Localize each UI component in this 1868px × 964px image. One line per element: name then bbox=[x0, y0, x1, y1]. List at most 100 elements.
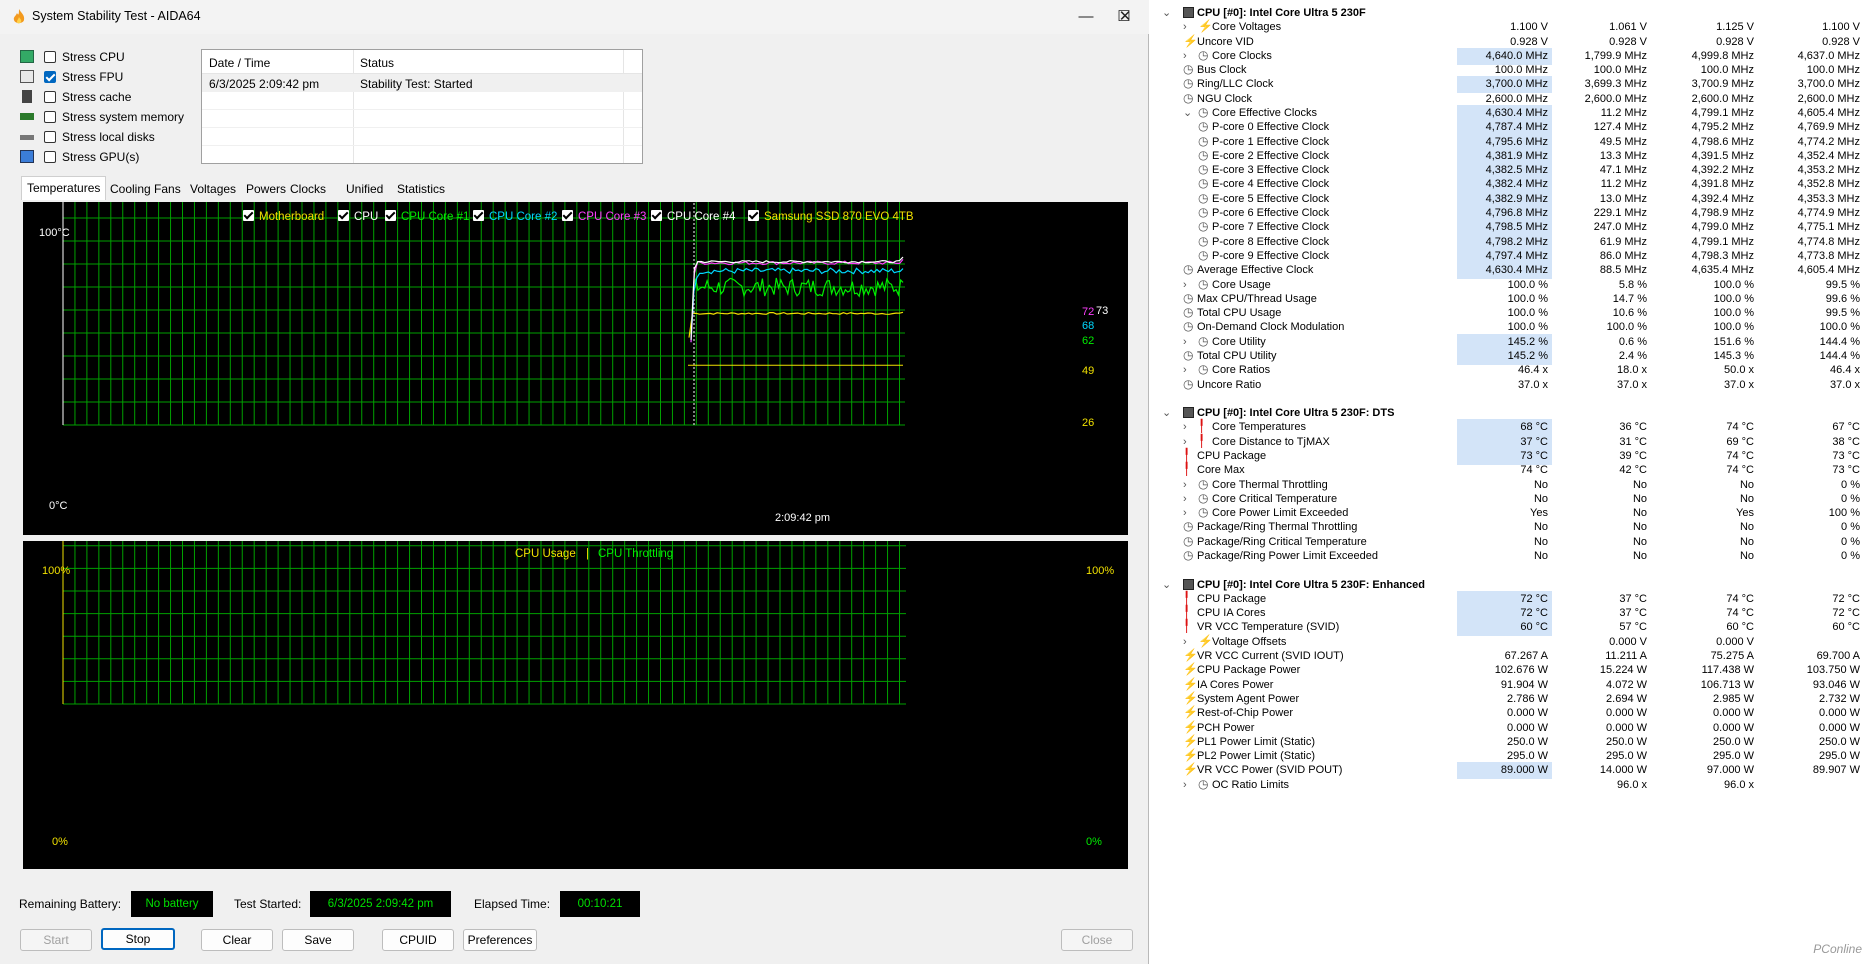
legend-cpu-core-4[interactable]: CPU Core #4 bbox=[651, 210, 735, 223]
close-button[interactable]: Close bbox=[1061, 929, 1133, 951]
stress-option-label: Stress local disks bbox=[62, 130, 155, 144]
stress-option-cpu[interactable]: Stress CPU bbox=[20, 48, 190, 68]
gauge-icon: ◷ bbox=[1198, 133, 1209, 148]
header-date-time[interactable]: Date / Time bbox=[209, 56, 270, 70]
tab-cooling-fans[interactable]: Cooling Fans bbox=[105, 178, 186, 200]
aida64-stability-window: System Stability Test - AIDA64 — ☐ ✕ Str… bbox=[0, 0, 1149, 964]
tab-powers[interactable]: Powers bbox=[241, 178, 291, 200]
status-table-header: Date / Time Status bbox=[202, 50, 642, 74]
legend-checkbox[interactable] bbox=[748, 210, 759, 221]
legend-label: CPU Core #1 bbox=[401, 211, 470, 223]
close-window-x[interactable]: ✕ bbox=[1101, 0, 1149, 34]
header-status[interactable]: Status bbox=[360, 56, 394, 70]
memory-icon bbox=[20, 113, 34, 120]
tab-statistics[interactable]: Statistics bbox=[392, 178, 450, 200]
tab-unified[interactable]: Unified bbox=[341, 178, 388, 200]
temperature-graph: Motherboard CPU CPU Core #1 CPU Core #2 … bbox=[23, 202, 1128, 535]
stress-option-label: Stress system memory bbox=[62, 110, 185, 124]
gpu-icon bbox=[20, 150, 34, 163]
legend-label: CPU Core #2 bbox=[489, 211, 558, 223]
preferences-button[interactable]: Preferences bbox=[463, 929, 537, 951]
legend-cpu-core-2[interactable]: CPU Core #2 bbox=[473, 210, 557, 223]
stress-option-cache[interactable]: Stress cache bbox=[20, 88, 190, 108]
legend-label: CPU bbox=[354, 211, 379, 223]
legend-cpu-core-1[interactable]: CPU Core #1 bbox=[385, 210, 469, 223]
legend-label: Motherboard bbox=[259, 211, 325, 223]
legend-checkbox[interactable] bbox=[338, 210, 349, 221]
legend-cpu-usage: CPU Usage bbox=[515, 548, 576, 560]
temperature-plot bbox=[62, 202, 905, 426]
legend-samsung-ssd[interactable]: Samsung SSD 870 EVO 4TB bbox=[748, 210, 914, 223]
lightning-icon: ⚡ bbox=[1183, 33, 1198, 48]
time-marker-label: 2:09:42 pm bbox=[775, 512, 831, 524]
tab-temperatures[interactable]: Temperatures bbox=[21, 176, 107, 200]
legend-cpu[interactable]: CPU bbox=[338, 210, 378, 223]
thermometer-icon: ╿ bbox=[1198, 419, 1206, 434]
start-button[interactable]: Start bbox=[20, 929, 92, 951]
legend-separator: | bbox=[586, 548, 589, 560]
tab-voltages[interactable]: Voltages bbox=[185, 178, 241, 200]
gauge-icon: ◷ bbox=[1198, 162, 1209, 177]
value-label-core3: 72 bbox=[1082, 306, 1095, 318]
legend-checkbox[interactable] bbox=[385, 210, 396, 221]
legend-label: CPU Core #4 bbox=[667, 211, 736, 223]
stress-option-disks[interactable]: Stress local disks bbox=[20, 128, 190, 148]
test-started-label: Test Started: bbox=[234, 897, 302, 911]
sensor-name: OC Ratio Limits bbox=[1212, 778, 1290, 791]
cpuid-button[interactable]: CPUID bbox=[382, 929, 454, 951]
save-button[interactable]: Save bbox=[282, 929, 354, 951]
gauge-icon: ◷ bbox=[1183, 319, 1194, 334]
footer-bar: Remaining Battery: No battery Test Start… bbox=[0, 884, 1149, 964]
cpu-icon bbox=[20, 50, 34, 63]
legend-checkbox[interactable] bbox=[473, 210, 484, 221]
series-cpu-core-2 bbox=[690, 267, 904, 343]
lightning-icon: ⚡ bbox=[1183, 733, 1198, 748]
watermark: PConline bbox=[1813, 942, 1862, 956]
cpu-usage-graph: CPU Usage | CPU Throttling 100% 0% 100% … bbox=[23, 541, 1128, 869]
stress-fpu-checkbox[interactable] bbox=[44, 71, 56, 83]
stress-memory-checkbox[interactable] bbox=[44, 111, 56, 123]
status-table[interactable]: Date / Time Status 6/3/2025 2:09:42 pm S… bbox=[201, 49, 643, 164]
test-started-value: 6/3/2025 2:09:42 pm bbox=[310, 891, 451, 917]
sensor-value-maximum: 96.0 x bbox=[1724, 778, 1754, 791]
sensor-value-minimum: 96.0 x bbox=[1617, 778, 1647, 791]
tab-clocks[interactable]: Clocks bbox=[285, 178, 331, 200]
remaining-battery-label: Remaining Battery: bbox=[19, 897, 122, 911]
stress-option-fpu[interactable]: Stress FPU bbox=[20, 68, 190, 88]
stress-option-memory[interactable]: Stress system memory bbox=[20, 108, 190, 128]
table-row[interactable]: 6/3/2025 2:09:42 pm Stability Test: Star… bbox=[202, 74, 642, 92]
gauge-icon: ◷ bbox=[1198, 247, 1209, 262]
legend-motherboard[interactable]: Motherboard bbox=[243, 210, 324, 223]
sensor-row[interactable]: › ◷ OC Ratio Limits 96.0 x 96.0 x bbox=[1152, 777, 1868, 794]
legend-cpu-core-3[interactable]: CPU Core #3 bbox=[562, 210, 646, 223]
gauge-icon: ◷ bbox=[1183, 290, 1194, 305]
legend-checkbox[interactable] bbox=[651, 210, 662, 221]
lightning-icon: ⚡ bbox=[1183, 762, 1198, 777]
stress-option-gpu[interactable]: Stress GPU(s) bbox=[20, 148, 190, 168]
hwinfo-sensors-panel: ⌄ CPU [#0]: Intel Core Ultra 5 230F › ⚡ Core… bbox=[1152, 0, 1868, 964]
stress-cpu-checkbox[interactable] bbox=[44, 51, 56, 63]
elapsed-time-value: 00:10:21 bbox=[560, 891, 640, 917]
y-axis-min-label: 0°C bbox=[49, 500, 68, 512]
gauge-icon: ◷ bbox=[1183, 347, 1194, 362]
elapsed-time-label: Elapsed Time: bbox=[474, 897, 551, 911]
gauge-icon: ◷ bbox=[1198, 190, 1209, 205]
stress-gpu-checkbox[interactable] bbox=[44, 151, 56, 163]
clear-button[interactable]: Clear bbox=[201, 929, 273, 951]
legend-checkbox[interactable] bbox=[562, 210, 573, 221]
value-label-core1: 62 bbox=[1082, 335, 1095, 347]
chip-icon bbox=[1183, 7, 1195, 20]
title-bar[interactable]: System Stability Test - AIDA64 — ☐ bbox=[0, 0, 1149, 34]
stress-disks-checkbox[interactable] bbox=[44, 131, 56, 143]
y-axis-max-label: 100°C bbox=[39, 227, 70, 239]
chevron-right-icon[interactable]: › bbox=[1183, 777, 1193, 794]
stress-cache-checkbox[interactable] bbox=[44, 91, 56, 103]
lightning-icon: ⚡ bbox=[1183, 648, 1198, 663]
stop-button[interactable]: Stop bbox=[101, 928, 175, 950]
lightning-icon: ⚡ bbox=[1183, 676, 1198, 691]
disk-icon bbox=[20, 135, 34, 140]
gauge-icon: ◷ bbox=[1183, 376, 1194, 391]
table-row-empty bbox=[202, 128, 642, 146]
legend-checkbox[interactable] bbox=[243, 210, 254, 221]
thermometer-icon: ╿ bbox=[1183, 462, 1191, 477]
